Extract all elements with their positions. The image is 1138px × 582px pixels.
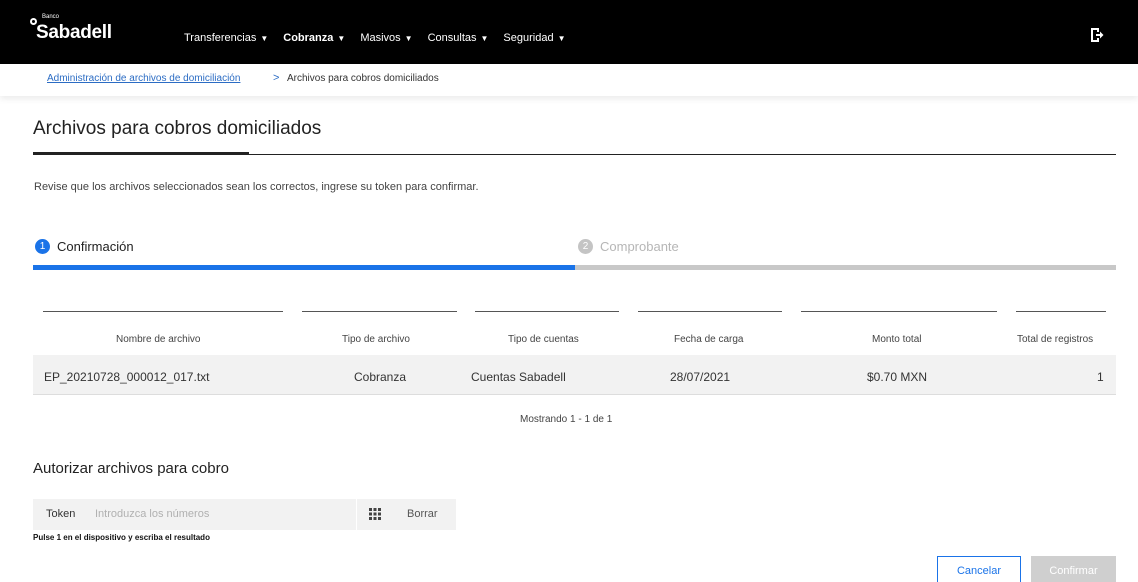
confirm-button[interactable]: Confirmar — [1031, 556, 1116, 582]
step-1-badge: 1 — [35, 239, 50, 254]
pagination-status: Mostrando 1 - 1 de 1 — [520, 414, 613, 425]
token-field-container: Token Borrar — [33, 499, 456, 530]
breadcrumb-link-administracion[interactable]: Administración de archivos de domiciliac… — [47, 73, 240, 84]
cell-total-registros: 1 — [1097, 370, 1104, 384]
nav-cobranza[interactable]: Cobranza ▼ — [283, 32, 345, 44]
token-input[interactable] — [95, 503, 355, 525]
nav-masivos[interactable]: Masivos ▼ — [360, 32, 412, 44]
nav-masivos-label: Masivos — [360, 32, 401, 44]
stepper-progress-fill — [33, 265, 575, 270]
column-header-line — [801, 311, 997, 312]
breadcrumb: Administración de archivos de domiciliac… — [0, 64, 1138, 96]
cell-monto-total: $0.70 MXN — [867, 370, 928, 384]
column-header-line — [638, 311, 782, 312]
column-header-line — [475, 311, 619, 312]
column-header-tipo-archivo: Tipo de archivo — [342, 334, 410, 345]
cancel-button[interactable]: Cancelar — [937, 556, 1021, 582]
cell-tipo-archivo: Cobranza — [354, 370, 407, 384]
top-navigation-bar: Banco Sabadell Transferencias ▼ Cobranza ▼… — [0, 0, 1138, 64]
token-hint: Pulse 1 en el dispositivo y escriba el r… — [33, 533, 210, 542]
column-header-line — [43, 311, 283, 312]
cell-fecha-carga: 28/07/2021 — [670, 370, 731, 384]
step-comprobante: 2 Comprobante — [578, 239, 679, 254]
column-header-line — [302, 311, 457, 312]
chevron-down-icon: ▼ — [337, 34, 346, 43]
column-header-line — [1016, 311, 1106, 312]
token-divider — [356, 499, 357, 530]
chevron-down-icon: ▼ — [557, 34, 566, 43]
nav-consultas-label: Consultas — [427, 32, 477, 44]
chevron-down-icon: ▼ — [404, 34, 413, 43]
nav-transferencias-label: Transferencias — [184, 32, 257, 44]
cell-nombre-archivo: EP_20210728_000012_017.txt — [44, 370, 210, 384]
keypad-grid-icon[interactable] — [369, 508, 381, 520]
main-menu: Transferencias ▼ Cobranza ▼ Masivos ▼ Consu… — [184, 32, 581, 44]
column-header-registros: Total de registros — [1017, 334, 1094, 345]
chevron-right-icon: > — [273, 72, 280, 84]
chevron-down-icon: ▼ — [260, 34, 269, 43]
token-label: Token — [46, 508, 76, 520]
page-instructions: Revise que los archivos seleccionados se… — [34, 181, 479, 193]
logo-main-text: Sabadell — [36, 22, 112, 43]
column-header-nombre: Nombre de archivo — [116, 334, 201, 345]
nav-cobranza-label: Cobranza — [283, 32, 334, 44]
cell-tipo-cuentas: Cuentas Sabadell — [471, 370, 566, 384]
nav-transferencias[interactable]: Transferencias ▼ — [184, 32, 268, 44]
step-1-label: Confirmación — [57, 239, 134, 254]
title-underline-accent — [33, 152, 249, 155]
column-header-monto: Monto total — [872, 334, 922, 345]
page-title: Archivos para cobros domiciliados — [33, 118, 322, 139]
authorize-section-title: Autorizar archivos para cobro — [33, 460, 229, 477]
logo-small-text: Banco — [42, 14, 60, 20]
chevron-down-icon: ▼ — [480, 34, 489, 43]
column-header-fecha: Fecha de carga — [674, 334, 744, 345]
nav-seguridad[interactable]: Seguridad ▼ — [503, 32, 565, 44]
clear-token-button[interactable]: Borrar — [407, 508, 438, 520]
step-confirmacion: 1 Confirmación — [35, 239, 134, 254]
step-2-label: Comprobante — [600, 239, 679, 254]
nav-consultas[interactable]: Consultas ▼ — [428, 32, 489, 44]
step-2-badge: 2 — [578, 239, 593, 254]
breadcrumb-current: Archivos para cobros domiciliados — [287, 73, 439, 84]
logout-icon[interactable] — [1090, 27, 1104, 43]
column-header-tipo-cuentas: Tipo de cuentas — [508, 334, 579, 345]
nav-seguridad-label: Seguridad — [503, 32, 554, 44]
